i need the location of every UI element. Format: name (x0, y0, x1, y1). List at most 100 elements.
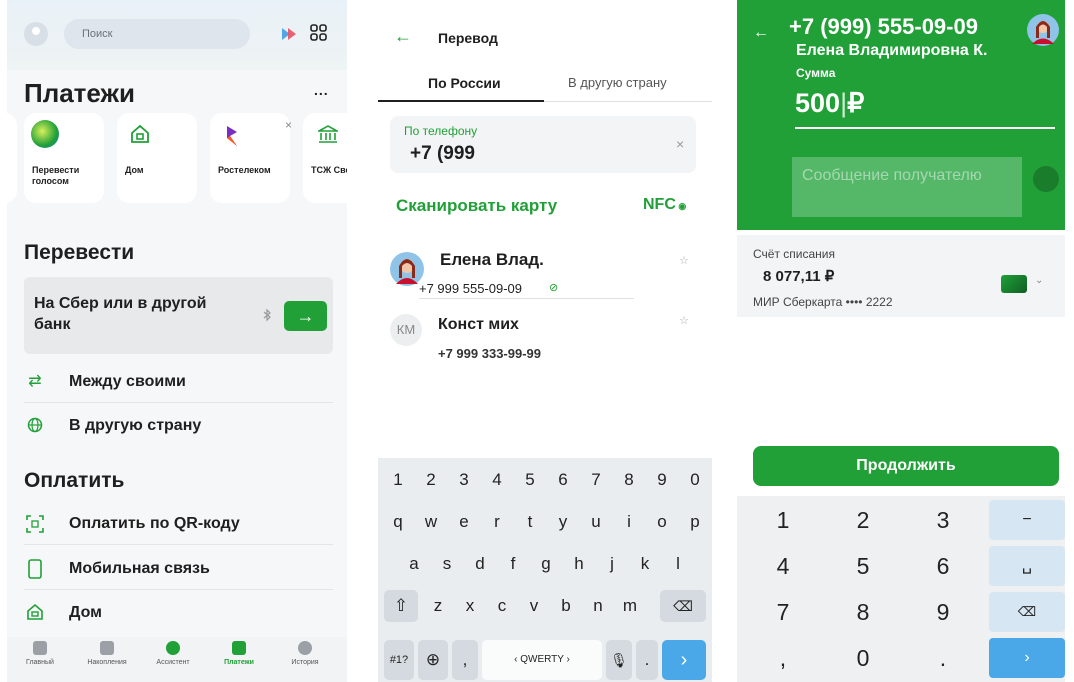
streams-icon[interactable] (280, 26, 298, 42)
numpad-key[interactable]: 6 (905, 546, 981, 586)
numpad-key[interactable]: 7 (745, 592, 821, 632)
transfer-go-button[interactable]: → (284, 301, 327, 331)
numpad-key[interactable]: 4 (745, 546, 821, 586)
contact-item[interactable]: Елена Влад. +7 999 555-09-09 ⊘ ☆ (390, 248, 696, 308)
back-arrow-icon[interactable]: ← (753, 24, 769, 42)
letter-key[interactable]: e (450, 506, 478, 538)
debit-account-selector[interactable]: Счёт списания 8 077,11 ₽ МИР Сберкарта •… (737, 235, 1065, 317)
numpad-key[interactable]: 2 (825, 500, 901, 540)
number-key[interactable]: 3 (450, 464, 478, 496)
numpad-key[interactable]: , (745, 638, 821, 678)
number-key[interactable]: 4 (483, 464, 511, 496)
favorite-star-icon[interactable]: ☆ (679, 314, 689, 327)
letter-key[interactable]: f (499, 548, 527, 580)
letter-key[interactable]: n (584, 590, 612, 622)
numpad-key[interactable]: . (905, 638, 981, 678)
search-input[interactable]: Поиск (64, 19, 250, 49)
letter-key[interactable]: b (552, 590, 580, 622)
letter-key[interactable]: d (466, 548, 494, 580)
message-input[interactable]: Сообщение получателю (792, 157, 1022, 217)
comma-key[interactable]: , (452, 640, 478, 680)
favorite-star-icon[interactable]: ☆ (679, 254, 689, 267)
letter-key[interactable]: t (516, 506, 544, 538)
number-key[interactable]: 9 (648, 464, 676, 496)
number-key[interactable]: 0 (681, 464, 709, 496)
continue-button[interactable]: Продолжить (753, 446, 1059, 486)
shift-key[interactable]: ⇧ (384, 590, 418, 622)
amount-input[interactable]: 500|₽ (795, 88, 864, 119)
grid-icon[interactable] (310, 24, 328, 42)
space-key[interactable]: ‹ QWERTY › (482, 640, 602, 680)
mobile-row[interactable]: Мобильная связь (24, 548, 333, 590)
clear-icon[interactable]: × (676, 136, 684, 152)
enter-key[interactable]: › (989, 638, 1065, 678)
tab-savings[interactable]: Накопления (77, 641, 137, 666)
letter-key[interactable]: l (664, 548, 692, 580)
pay-qr-row[interactable]: Оплатить по QR-коду (24, 503, 333, 545)
globe-key-icon[interactable]: ⊕ (418, 640, 448, 680)
enter-key[interactable]: › (662, 640, 706, 680)
number-key[interactable]: 7 (582, 464, 610, 496)
symbols-key[interactable]: #1? (384, 640, 414, 680)
numpad-key[interactable]: 5 (825, 546, 901, 586)
letter-key[interactable]: v (520, 590, 548, 622)
mic-key-icon[interactable]: 🎙︎ (606, 640, 632, 680)
row-label: Мобильная связь (69, 560, 210, 577)
letter-key[interactable]: u (582, 506, 610, 538)
tab-label: Главный (26, 659, 54, 666)
minus-key[interactable]: − (989, 500, 1065, 540)
letter-key[interactable]: z (424, 590, 452, 622)
contact-item[interactable]: КМ Конст мих +7 999 333-99-99 ☆ (390, 310, 696, 370)
number-key[interactable]: 5 (516, 464, 544, 496)
phone-input-field[interactable]: По телефону +7 (999 × (390, 116, 696, 173)
tab-assistant[interactable]: Ассистент (143, 641, 203, 666)
number-key[interactable]: 2 (417, 464, 445, 496)
tile-close-icon[interactable]: × (285, 118, 292, 132)
letter-key[interactable]: m (616, 590, 644, 622)
letter-key[interactable]: o (648, 506, 676, 538)
letter-key[interactable]: r (483, 506, 511, 538)
number-key[interactable]: 6 (549, 464, 577, 496)
tab-main[interactable]: Главный (10, 641, 70, 666)
letter-key[interactable]: q (384, 506, 412, 538)
letter-key[interactable]: w (417, 506, 445, 538)
letter-key[interactable]: y (549, 506, 577, 538)
backspace-key[interactable]: ⌫ (989, 592, 1065, 632)
profile-avatar[interactable] (24, 22, 48, 46)
more-icon[interactable]: ... (314, 82, 329, 98)
numpad-key[interactable]: 9 (905, 592, 981, 632)
letter-key[interactable]: j (598, 548, 626, 580)
letter-key[interactable]: g (532, 548, 560, 580)
tab-russia[interactable]: По России (428, 75, 501, 91)
letter-key[interactable]: a (400, 548, 428, 580)
numpad-key[interactable]: 1 (745, 500, 821, 540)
tile-home[interactable]: Дом (117, 113, 197, 203)
letter-key[interactable]: k (631, 548, 659, 580)
tab-payments[interactable]: Платежи (209, 641, 269, 666)
letter-key[interactable]: x (456, 590, 484, 622)
home-pay-row[interactable]: Дом (24, 592, 333, 634)
between-own-row[interactable]: ⇄ Между своими (24, 361, 333, 403)
letter-key[interactable]: p (681, 506, 709, 538)
backspace-key[interactable]: ⌫ (660, 590, 706, 622)
tile-prev[interactable] (7, 113, 17, 203)
letter-key[interactable]: h (565, 548, 593, 580)
number-key[interactable]: 8 (615, 464, 643, 496)
back-arrow-icon[interactable]: ← (394, 26, 412, 47)
dot-key[interactable]: . (636, 640, 658, 680)
tab-history[interactable]: История (275, 641, 335, 666)
tab-abroad[interactable]: В другую страну (568, 75, 667, 90)
nfc-button[interactable]: NFC ◉ (643, 196, 686, 214)
numpad-key[interactable]: 3 (905, 500, 981, 540)
scan-card-button[interactable]: Сканировать карту (396, 196, 557, 216)
numpad-key[interactable]: 8 (825, 592, 901, 632)
abroad-row[interactable]: В другую страну (24, 405, 333, 447)
number-key[interactable]: 1 (384, 464, 412, 496)
letter-key[interactable]: i (615, 506, 643, 538)
numpad-key[interactable]: 0 (825, 638, 901, 678)
space-key[interactable]: ␣ (989, 546, 1065, 586)
letter-key[interactable]: c (488, 590, 516, 622)
tile-rostelecom[interactable]: Ростелеком (210, 113, 290, 203)
emoji-icon[interactable] (1033, 166, 1059, 192)
letter-key[interactable]: s (433, 548, 461, 580)
